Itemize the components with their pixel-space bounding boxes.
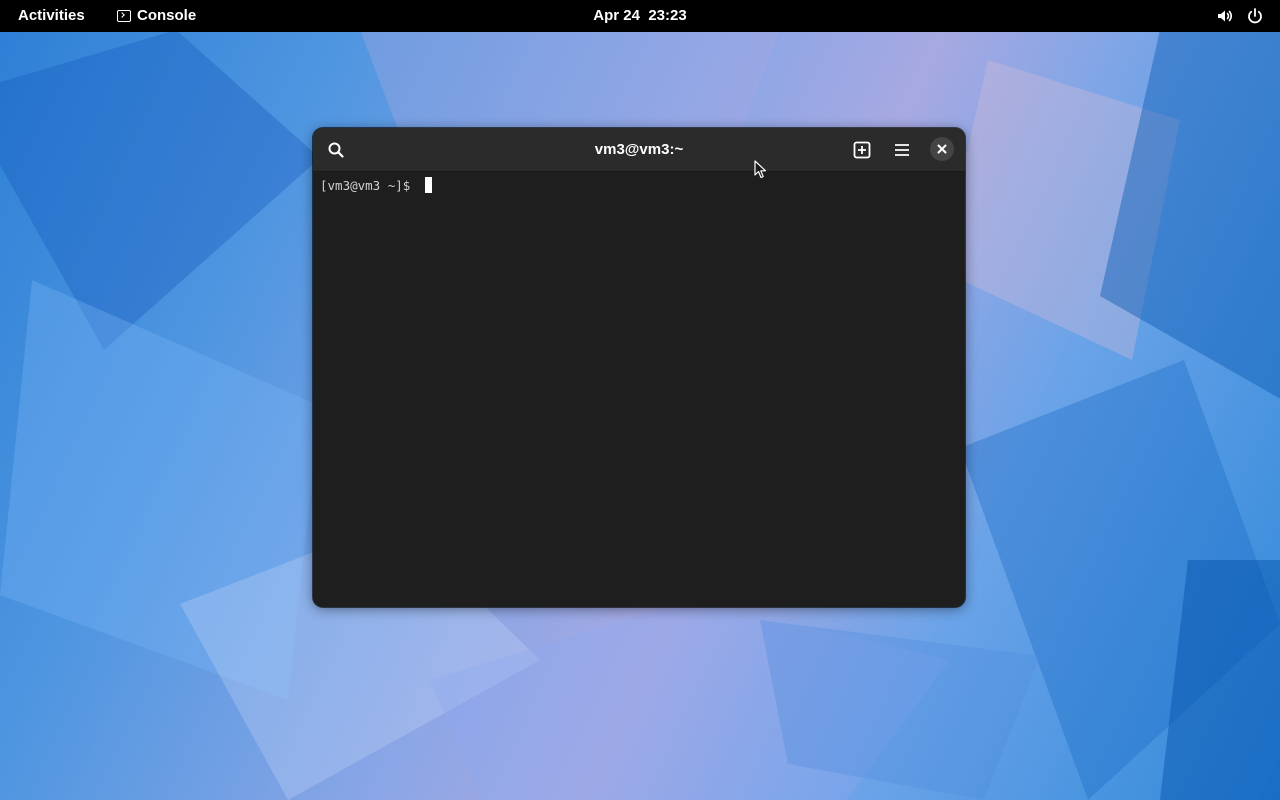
search-icon xyxy=(328,142,344,158)
close-icon xyxy=(937,144,947,154)
prompt-line: [vm3@vm3 ~]$ xyxy=(320,177,958,193)
power-icon[interactable] xyxy=(1246,7,1264,25)
app-menu-label: Console xyxy=(137,7,197,24)
window-headerbar[interactable]: vm3@vm3:~ xyxy=(313,128,965,172)
wallpaper-shape xyxy=(360,30,780,140)
shell-prompt: [vm3@vm3 ~]$ xyxy=(320,177,418,193)
new-tab-icon xyxy=(853,141,871,159)
search-button[interactable] xyxy=(322,136,350,164)
clock-button[interactable]: Apr 24 23:23 xyxy=(593,7,686,24)
main-menu-button[interactable] xyxy=(888,136,916,164)
terminal-window: vm3@vm3:~ [vm3@vm3 ~]$ xyxy=(313,128,965,607)
top-bar: Activities Console Apr 24 23:23 xyxy=(0,0,1280,32)
volume-icon[interactable] xyxy=(1216,7,1234,25)
close-button[interactable] xyxy=(930,137,954,161)
hamburger-menu-icon xyxy=(895,144,909,156)
console-icon xyxy=(117,9,131,22)
app-menu-button[interactable]: Console xyxy=(117,7,196,24)
terminal-area[interactable]: [vm3@vm3 ~]$ xyxy=(313,172,965,607)
system-tray[interactable] xyxy=(1216,7,1264,25)
mouse-pointer-icon xyxy=(754,160,767,179)
new-tab-button[interactable] xyxy=(848,136,876,164)
activities-button[interactable]: Activities xyxy=(18,7,85,24)
text-cursor xyxy=(424,177,432,193)
